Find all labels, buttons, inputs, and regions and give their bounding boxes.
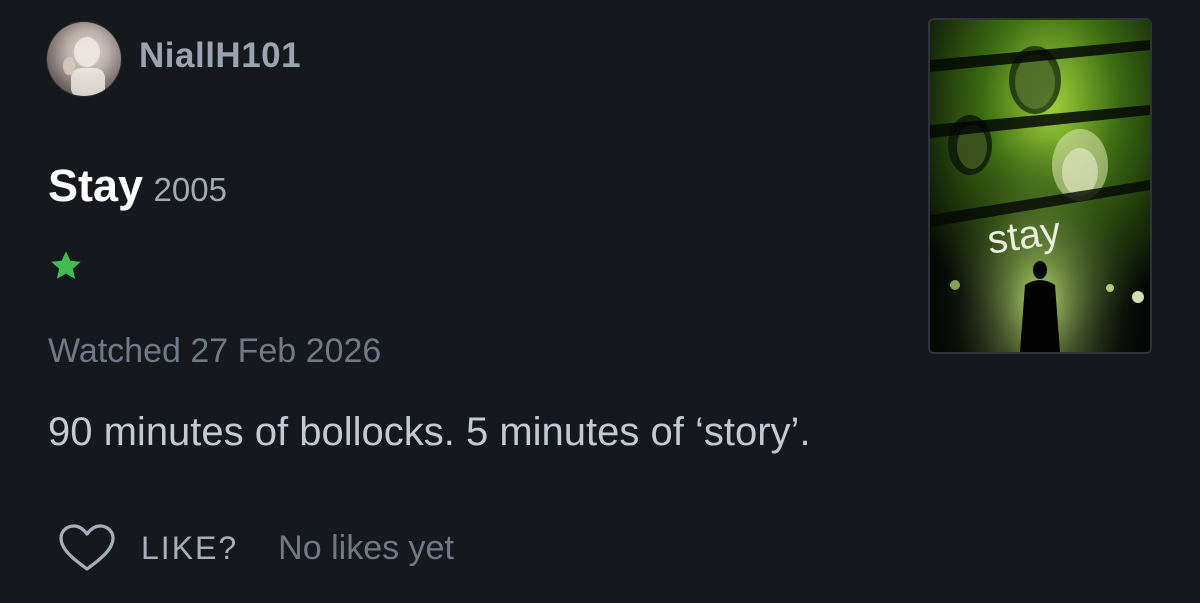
film-poster[interactable]: stay [928,18,1152,354]
film-heading: Stay 2005 [48,160,227,212]
user-avatar[interactable] [47,22,121,96]
likes-count: No likes yet [278,528,454,567]
star-rating-icon [51,251,81,279]
watched-date: Watched 27 Feb 2026 [48,332,382,370]
heart-icon[interactable] [58,523,116,573]
film-title[interactable]: Stay [48,160,143,211]
username-link[interactable]: NiallH101 [139,36,301,76]
like-button[interactable]: LIKE? [141,530,238,567]
review-text: 90 minutes of bollocks. 5 minutes of ‘st… [48,410,811,454]
like-row: LIKE? No likes yet [58,520,454,576]
film-year[interactable]: 2005 [154,171,227,208]
